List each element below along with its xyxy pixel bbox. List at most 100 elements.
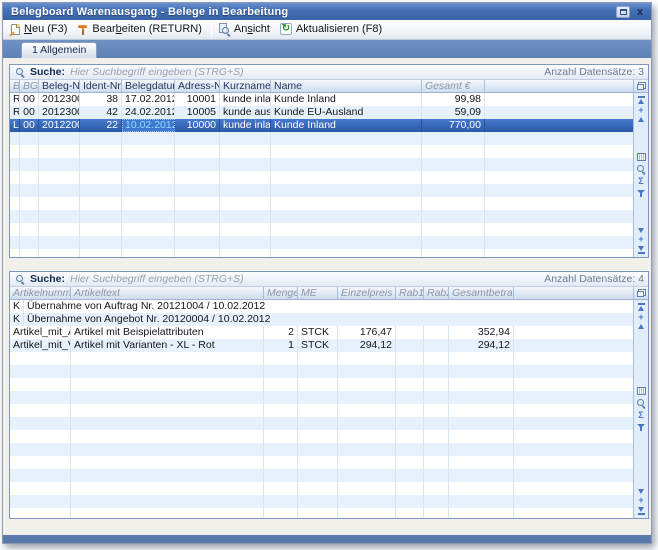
column-header[interactable]: Belegdatum <box>122 80 175 92</box>
scroll-to-top-button[interactable] <box>638 96 645 104</box>
cell-name[interactable]: Kunde EU-Ausland <box>271 106 422 119</box>
table-row[interactable]: Artikel_mit_Variant Artikel mit Variante… <box>10 339 633 352</box>
scroll-up-button[interactable]: + <box>638 314 643 321</box>
column-header[interactable]: Artikelnummer <box>10 287 71 299</box>
scroll-down-button[interactable]: + <box>638 497 643 504</box>
search-input[interactable]: Hier Suchbegriff eingeben (STRG+S) <box>70 273 539 285</box>
cell-adress-nr[interactable]: 10000 <box>175 119 220 132</box>
cell-gesamtbetrag[interactable]: 352,94 <box>449 326 514 339</box>
cell-bg[interactable]: 00 <box>20 93 39 106</box>
table-row-comment[interactable]: K Übernahme von Auftrag Nr. 20121004 / 1… <box>10 300 633 313</box>
cell-belegdatum-focused[interactable]: 10.02.2012 <box>122 119 175 132</box>
grid-search-icon[interactable] <box>636 164 646 174</box>
view-button[interactable]: Ansicht <box>215 22 276 37</box>
column-header[interactable]: Einzelpreis <box>338 287 396 299</box>
column-header[interactable]: Artikeltext <box>71 287 264 299</box>
cell-marker[interactable]: K <box>10 300 24 313</box>
cell-ident-nr[interactable]: 38 <box>80 93 122 106</box>
cell-einzelpreis[interactable]: 294,12 <box>338 339 396 352</box>
column-header[interactable]: B <box>10 80 20 92</box>
column-header[interactable]: Adress-Nr. <box>175 80 220 92</box>
grid-columns-icon[interactable] <box>637 387 646 395</box>
scroll-down-button[interactable]: + <box>638 236 643 243</box>
column-chooser-button[interactable] <box>634 287 648 300</box>
cell-beleg-nr[interactable]: 20123005 <box>39 93 80 106</box>
scroll-up-button[interactable]: + <box>638 107 643 114</box>
cell-artikeltext[interactable]: Artikel mit Varianten - XL - Rot <box>71 339 264 352</box>
column-header[interactable]: Gesamt € <box>422 80 485 92</box>
column-header[interactable]: Name <box>271 80 422 92</box>
grid-sum-icon[interactable]: Σ <box>638 177 643 186</box>
column-chooser-button[interactable] <box>634 80 648 93</box>
grid-search-icon[interactable] <box>636 398 646 408</box>
edit-button[interactable]: Bearbeiten (RETURN) <box>73 22 207 37</box>
column-header[interactable]: BG <box>20 80 39 92</box>
cell-kurzname[interactable]: kunde ausl <box>220 106 271 119</box>
cell-name[interactable]: Kunde Inland <box>271 93 422 106</box>
cell-kurzname[interactable]: kunde inla <box>220 93 271 106</box>
cell-beleg-nr[interactable]: 20122003 <box>39 119 80 132</box>
row-up-button[interactable] <box>638 324 644 329</box>
cell-artikeltext[interactable]: Artikel mit Beispielattributen <box>71 326 264 339</box>
row-up-button[interactable] <box>638 117 644 122</box>
cell-belegdatum[interactable]: 17.02.2012 /Fr <box>122 93 175 106</box>
cell-rab2[interactable] <box>424 339 449 352</box>
table-row-comment[interactable]: K Übernahme von Angebot Nr. 20120004 / 1… <box>10 313 633 326</box>
cell-comment-text[interactable]: Übernahme von Auftrag Nr. 20121004 / 10.… <box>24 300 633 313</box>
scroll-to-top-button[interactable] <box>638 303 645 311</box>
row-down-button[interactable] <box>638 228 644 233</box>
cell-marker[interactable]: K <box>10 313 24 326</box>
cell-gesamt[interactable]: 770,00 <box>422 119 485 132</box>
new-button[interactable]: Neu (F3) <box>7 22 73 37</box>
table-row[interactable]: R 00 20123005 38 17.02.2012 /Fr 10001 ku… <box>10 93 633 106</box>
cell-bg[interactable]: 00 <box>20 119 39 132</box>
grid-filter-icon[interactable] <box>637 423 646 432</box>
cell-rab2[interactable] <box>424 326 449 339</box>
restore-button[interactable] <box>616 6 630 18</box>
cell-gesamt[interactable]: 99,98 <box>422 93 485 106</box>
cell-kurzname[interactable]: kunde inla <box>220 119 271 132</box>
cell-comment-text[interactable]: Übernahme von Angebot Nr. 20120004 / 10.… <box>24 313 633 326</box>
cell-belegdatum[interactable]: 24.02.2012 /Fr <box>122 106 175 119</box>
cell-rab1[interactable] <box>396 326 424 339</box>
cell-rab1[interactable] <box>396 339 424 352</box>
scroll-to-bottom-button[interactable] <box>638 507 645 515</box>
scroll-to-bottom-button[interactable] <box>638 246 645 254</box>
column-header[interactable]: Rab2% <box>424 287 449 299</box>
close-button[interactable]: x <box>634 6 646 18</box>
cell-me[interactable]: STCK <box>298 326 338 339</box>
cell-b[interactable]: L <box>10 119 20 132</box>
refresh-button[interactable]: ↻ Aktualisieren (F8) <box>276 22 388 37</box>
row-down-button[interactable] <box>638 489 644 494</box>
cell-gesamtbetrag[interactable]: 294,12 <box>449 339 514 352</box>
cell-menge[interactable]: 1 <box>264 339 298 352</box>
cell-artikelnummer[interactable]: Artikel_mit_Variant <box>10 339 71 352</box>
column-header[interactable]: Rab1% <box>396 287 424 299</box>
cell-name[interactable]: Kunde Inland <box>271 119 422 132</box>
grid-columns-icon[interactable] <box>637 153 646 161</box>
column-header[interactable]: Ident-Nr. <box>80 80 122 92</box>
column-header[interactable]: Beleg-Nr. <box>39 80 80 92</box>
grid-sum-icon[interactable]: Σ <box>638 411 643 420</box>
cell-me[interactable]: STCK <box>298 339 338 352</box>
grid-filter-icon[interactable] <box>637 189 646 198</box>
cell-ident-nr[interactable]: 22 <box>80 119 122 132</box>
cell-gesamt[interactable]: 59,09 <box>422 106 485 119</box>
search-input[interactable]: Hier Suchbegriff eingeben (STRG+S) <box>70 66 539 78</box>
table-row-selected[interactable]: L 00 20122003 22 10.02.2012 10000 kunde … <box>10 119 633 132</box>
cell-menge[interactable]: 2 <box>264 326 298 339</box>
column-header[interactable]: ME <box>298 287 338 299</box>
cell-beleg-nr[interactable]: 20123008 <box>39 106 80 119</box>
column-header[interactable]: Kurzname <box>220 80 271 92</box>
cell-adress-nr[interactable]: 10005 <box>175 106 220 119</box>
cell-ident-nr[interactable]: 42 <box>80 106 122 119</box>
tab-allgemein[interactable]: 1 Allgemein <box>21 42 97 58</box>
cell-b[interactable]: R <box>10 93 20 106</box>
cell-artikelnummer[interactable]: Artikel_mit_Attribu <box>10 326 71 339</box>
cell-b[interactable]: R <box>10 106 20 119</box>
table-row[interactable]: R 00 20123008 42 24.02.2012 /Fr 10005 ku… <box>10 106 633 119</box>
column-header[interactable]: Menge <box>264 287 298 299</box>
column-header[interactable]: Gesamtbetrag <box>449 287 514 299</box>
table-row[interactable]: Artikel_mit_Attribu Artikel mit Beispiel… <box>10 326 633 339</box>
cell-einzelpreis[interactable]: 176,47 <box>338 326 396 339</box>
